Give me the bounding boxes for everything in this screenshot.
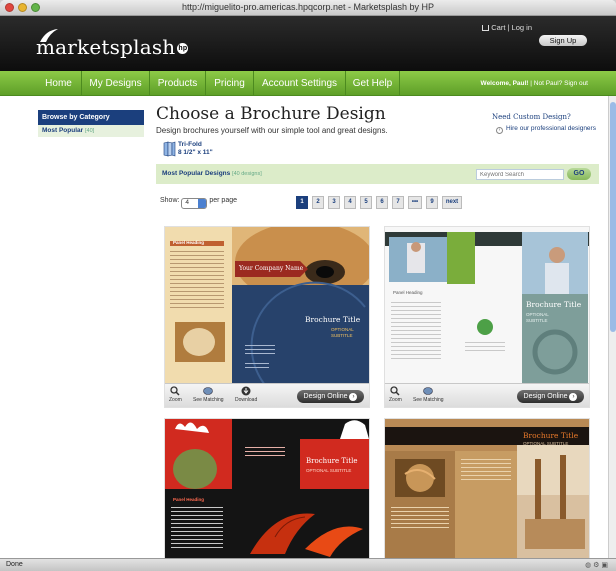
brochure-title-text: Brochure Title: [306, 457, 358, 465]
card-toolbar: Zoom See Matching Design Online ›: [385, 383, 589, 407]
cart-icon: [482, 25, 490, 31]
popular-designs-bar: Most Popular Designs [40 designs] GO: [156, 164, 599, 184]
per-page-control: Show: 4 per page: [160, 197, 237, 209]
design-card[interactable]: Brochure Title OPTIONAL SUBTITLE: [384, 418, 590, 559]
page-title: Choose a Brochure Design: [156, 104, 386, 124]
subtitle-text: SUBTITLE: [331, 333, 353, 338]
site-logo[interactable]: marketsplash hp: [36, 35, 189, 59]
magnifier-icon: [170, 386, 180, 396]
scrollbar-thumb[interactable]: [610, 102, 616, 332]
arrow-right-icon: ›: [496, 127, 503, 134]
subtitle-text: SUBTITLE: [526, 318, 548, 323]
brochure-title-text: Brochure Title: [526, 300, 582, 309]
company-name-text: Your Company Name: [239, 265, 304, 272]
not-paul-link[interactable]: Not Paul?: [534, 80, 563, 87]
page-4-button[interactable]: 4: [344, 196, 356, 209]
card-toolbar: Zoom See Matching Download Design Online…: [165, 383, 369, 407]
nav-my-designs[interactable]: My Designs: [82, 71, 150, 96]
nav-account-settings[interactable]: Account Settings: [254, 71, 346, 96]
sidebar-heading: Browse by Category: [38, 110, 144, 125]
nav-get-help[interactable]: Get Help: [346, 71, 400, 96]
brochure-preview: [165, 227, 369, 385]
status-icons: ◍ ⚙ ▣: [585, 561, 608, 569]
plugin-icon[interactable]: ▣: [601, 562, 608, 569]
sign-up-button[interactable]: Sign Up: [539, 35, 587, 46]
status-bar: Done ◍ ⚙ ▣: [0, 558, 616, 571]
design-online-button[interactable]: Design Online ›: [517, 390, 584, 403]
design-card[interactable]: Panel Heading Brochure Title OPTIONAL SU…: [384, 226, 590, 408]
browser-window: http://miguelito-pro.americas.hpqcorp.ne…: [0, 0, 616, 571]
arrow-right-icon: ›: [569, 393, 578, 401]
keyword-search-input[interactable]: [476, 169, 564, 180]
page-6-button[interactable]: 6: [376, 196, 388, 209]
download-icon: [241, 386, 251, 396]
download-button[interactable]: Download: [235, 386, 257, 403]
optional-text: OPTIONAL SUBTITLE: [306, 468, 352, 473]
page-subtitle: Design brochures yourself with our simpl…: [156, 126, 388, 135]
brochure-title-text: Brochure Title: [523, 431, 579, 440]
sidebar-item-most-popular[interactable]: Most Popular [40]: [38, 125, 144, 137]
nav-pricing[interactable]: Pricing: [206, 71, 254, 96]
sign-out-link[interactable]: Sign out: [564, 80, 588, 87]
stepper-icon: [198, 199, 207, 208]
page-9-button[interactable]: 9: [426, 196, 438, 209]
brochure-preview: [165, 419, 369, 559]
hire-designers-link[interactable]: › Hire our professional designers: [496, 125, 596, 134]
tri-fold-icon: [163, 141, 176, 157]
top-links[interactable]: Cart | Log in: [482, 23, 532, 32]
window-title: http://miguelito-pro.americas.hpqcorp.ne…: [181, 2, 435, 12]
title-bar: http://miguelito-pro.americas.hpqcorp.ne…: [0, 0, 616, 16]
magnifier-icon: [390, 386, 400, 396]
panel-heading-text: Panel Heading: [173, 497, 205, 502]
next-page-button[interactable]: next: [442, 196, 462, 209]
nav-user-info: Welcome, Paul! | Not Paul? Sign out: [480, 80, 588, 87]
search-go-button[interactable]: GO: [567, 168, 591, 180]
globe-icon[interactable]: ◍: [585, 562, 591, 569]
per-page-select[interactable]: 4: [181, 198, 208, 209]
see-matching-button[interactable]: See Matching: [193, 386, 224, 403]
optional-text: OPTIONAL SUBTITLE: [523, 441, 569, 446]
main-nav: Home My Designs Products Pricing Account…: [0, 71, 616, 96]
page-1-button[interactable]: 1: [296, 196, 308, 209]
popular-designs-label: Most Popular Designs [40 designs]: [162, 170, 262, 177]
vertical-scrollbar[interactable]: [608, 96, 616, 558]
optional-text: OPTIONAL: [331, 327, 354, 332]
see-matching-button[interactable]: See Matching: [413, 386, 444, 403]
panel-heading-text: Panel Heading: [173, 240, 205, 245]
page-5-button[interactable]: 5: [360, 196, 372, 209]
page-ellipsis: •••: [408, 196, 422, 209]
status-text: Done: [6, 561, 23, 568]
fold-type-size: 8 1/2" x 11": [178, 149, 213, 156]
design-online-button[interactable]: Design Online ›: [297, 390, 364, 403]
nav-home[interactable]: Home: [36, 71, 82, 96]
page-2-button[interactable]: 2: [312, 196, 324, 209]
design-card[interactable]: Brochure Title OPTIONAL SUBTITLE Panel H…: [164, 418, 370, 559]
arrow-right-icon: ›: [349, 393, 358, 401]
matching-icon: [423, 387, 434, 395]
design-card[interactable]: Panel Heading Your Company Name Brochure…: [164, 226, 370, 408]
brochure-title-text: Brochure Title: [305, 315, 361, 324]
zoom-button[interactable]: Zoom: [169, 386, 182, 403]
matching-icon: [203, 387, 214, 395]
panel-heading-text: Panel Heading: [393, 290, 423, 295]
page-7-button[interactable]: 7: [392, 196, 404, 209]
fold-type-name[interactable]: Tri-Fold: [178, 141, 202, 148]
custom-design-heading: Need Custom Design?: [492, 113, 571, 121]
gear-icon[interactable]: ⚙: [593, 562, 599, 569]
zoom-button[interactable]: Zoom: [389, 386, 402, 403]
brochure-preview: [385, 419, 589, 559]
site-header: marketsplash hp Cart | Log in Sign Up: [0, 16, 616, 71]
hp-logo-icon: hp: [177, 43, 189, 54]
optional-text: OPTIONAL: [526, 312, 549, 317]
nav-products[interactable]: Products: [150, 71, 206, 96]
page-3-button[interactable]: 3: [328, 196, 340, 209]
